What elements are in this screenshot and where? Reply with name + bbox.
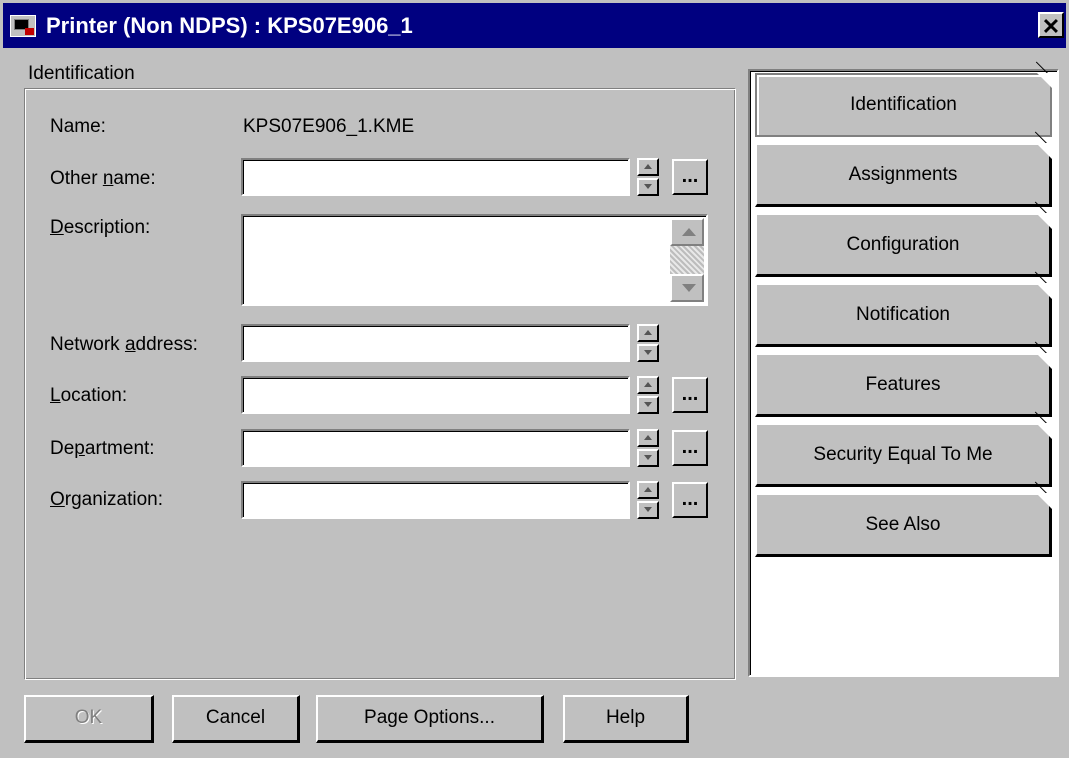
organization-browse-button[interactable]: ... (672, 482, 708, 518)
help-button[interactable]: Help (563, 695, 689, 743)
description-scrollbar[interactable] (670, 218, 704, 302)
close-button[interactable]: ✕ (1038, 12, 1064, 39)
other-name-field[interactable] (241, 158, 630, 196)
name-value: KPS07E906_1.KME (243, 116, 415, 137)
ok-button[interactable]: OK (24, 695, 154, 743)
spin-up-icon[interactable] (637, 324, 659, 342)
spin-up-icon[interactable] (637, 376, 659, 394)
other-name-spinner[interactable] (637, 158, 659, 196)
page-button-identification[interactable]: Identification (755, 73, 1053, 137)
other-name-label: Other name: (50, 168, 156, 189)
page-button-security-equal-to-me[interactable]: Security Equal To Me (755, 423, 1052, 487)
page-button-configuration[interactable]: Configuration (755, 213, 1052, 277)
organization-spinner[interactable] (637, 481, 659, 519)
spin-up-icon[interactable] (637, 481, 659, 499)
window-title: Printer (Non NDPS) : KPS07E906_1 (46, 13, 413, 38)
page-button-assignments[interactable]: Assignments (755, 143, 1052, 207)
organization-label: Organization: (50, 489, 164, 510)
spin-down-icon[interactable] (637, 449, 659, 467)
description-label: Description: (50, 217, 151, 238)
department-browse-button[interactable]: ... (672, 430, 708, 466)
printer-dialog: Printer (Non NDPS) : KPS07E906_1 ✕ Ident… (0, 0, 1069, 758)
spin-up-icon[interactable] (637, 429, 659, 447)
scroll-up-icon[interactable] (670, 218, 704, 246)
printer-object-icon (10, 15, 36, 37)
description-textarea[interactable] (241, 214, 708, 306)
group-label: Identification (28, 63, 135, 84)
name-label: Name: (50, 116, 106, 137)
other-name-browse-button[interactable]: ... (672, 159, 708, 195)
network-address-label: Network address: (50, 334, 198, 355)
page-button-see-also[interactable]: See Also (755, 493, 1052, 557)
department-label: Department: (50, 438, 155, 459)
department-field[interactable] (241, 429, 630, 467)
location-browse-button[interactable]: ... (672, 377, 708, 413)
department-spinner[interactable] (637, 429, 659, 467)
scroll-down-icon[interactable] (670, 274, 704, 302)
location-label: Location: (50, 385, 128, 406)
cancel-button[interactable]: Cancel (172, 695, 300, 743)
location-spinner[interactable] (637, 376, 659, 414)
spin-down-icon[interactable] (637, 501, 659, 519)
page-options-button[interactable]: Page Options... (316, 695, 544, 743)
close-icon: ✕ (1041, 14, 1061, 39)
spin-down-icon[interactable] (637, 396, 659, 414)
network-address-spinner[interactable] (637, 324, 659, 362)
spin-up-icon[interactable] (637, 158, 659, 176)
page-button-features[interactable]: Features (755, 353, 1052, 417)
page-button-notification[interactable]: Notification (755, 283, 1052, 347)
spin-down-icon[interactable] (637, 178, 659, 196)
location-field[interactable] (241, 376, 630, 414)
spin-down-icon[interactable] (637, 344, 659, 362)
organization-field[interactable] (241, 481, 630, 519)
title-bar: Printer (Non NDPS) : KPS07E906_1 ✕ (3, 3, 1066, 48)
network-address-field[interactable] (241, 324, 630, 362)
